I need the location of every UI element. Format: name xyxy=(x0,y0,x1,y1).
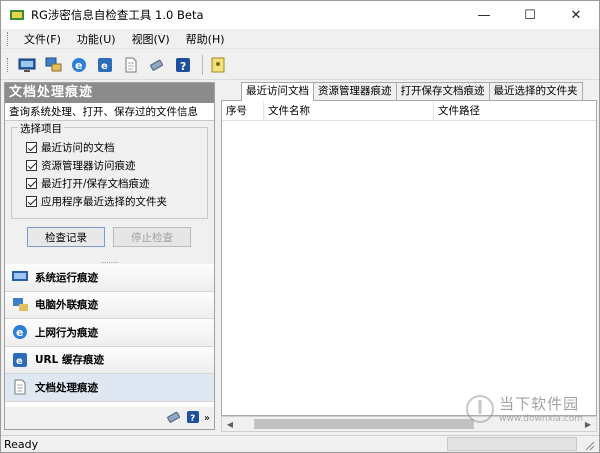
nav-item-system-trace[interactable]: 系统运行痕迹 xyxy=(5,264,214,292)
svg-text:e: e xyxy=(101,61,108,72)
option-label: 应用程序最近选择的文件夹 xyxy=(41,195,167,208)
nav-label: 文档处理痕迹 xyxy=(35,381,98,394)
svg-text:?: ? xyxy=(180,60,186,73)
minimize-button[interactable]: — xyxy=(461,1,507,29)
checkbox[interactable] xyxy=(26,141,37,153)
title-bar[interactable]: RG涉密信息自检查工具 1.0 Beta — ☐ ✕ xyxy=(1,1,599,29)
window-title: RG涉密信息自检查工具 1.0 Beta xyxy=(31,8,204,22)
document-icon xyxy=(11,378,29,396)
option-explorer-trace[interactable]: 资源管理器访问痕迹 xyxy=(12,156,207,174)
network-computer-icon xyxy=(11,296,29,314)
results-list[interactable]: 序号 文件名称 文件路径 xyxy=(221,100,597,416)
ie-browser-icon[interactable]: e xyxy=(68,54,90,76)
app-window: RG涉密信息自检查工具 1.0 Beta — ☐ ✕ 文件(F) 功能(U) 视… xyxy=(0,0,600,453)
ie-browser-icon: e xyxy=(11,323,29,341)
tab-explorer-trace[interactable]: 资源管理器痕迹 xyxy=(313,82,397,100)
nav-item-external-trace[interactable]: 电脑外联痕迹 xyxy=(5,291,214,319)
menu-help[interactable]: 帮助(H) xyxy=(178,31,233,47)
option-recent-docs[interactable]: 最近访问的文档 xyxy=(12,138,207,156)
nav-footer: ? » xyxy=(5,407,214,429)
option-label: 最近访问的文档 xyxy=(41,141,115,154)
option-open-save-trace[interactable]: 最近打开/保存文档痕迹 xyxy=(12,174,207,192)
column-header-index[interactable]: 序号 xyxy=(222,101,264,120)
usb-drive-icon[interactable] xyxy=(146,54,168,76)
help-icon[interactable]: ? xyxy=(186,410,200,427)
nav-label: URL 缓存痕迹 xyxy=(35,354,104,367)
network-computer-icon[interactable] xyxy=(42,54,64,76)
panel-title: 文档处理痕迹 xyxy=(5,83,214,103)
options-group: 选择项目 最近访问的文档 资源管理器访问痕迹 最近打开/保存文档痕迹 应用程序最… xyxy=(11,121,208,219)
tab-open-save-trace[interactable]: 打开保存文档痕迹 xyxy=(395,82,490,100)
close-button[interactable]: ✕ xyxy=(553,1,599,29)
maximize-button[interactable]: ☐ xyxy=(507,1,553,29)
scroll-thumb[interactable] xyxy=(254,419,474,429)
toolbar-separator xyxy=(202,54,203,75)
watermark-url: www.downxia.com xyxy=(499,414,583,424)
monitor-icon xyxy=(11,268,29,286)
checkbox[interactable] xyxy=(26,195,37,207)
option-label: 资源管理器访问痕迹 xyxy=(41,159,136,172)
nav-label: 电脑外联痕迹 xyxy=(35,299,98,312)
group-label: 选择项目 xyxy=(18,121,64,136)
app-icon xyxy=(10,10,24,20)
checkbox[interactable] xyxy=(26,177,37,189)
tab-recent-docs[interactable]: 最近访问文档 xyxy=(241,82,314,101)
status-progress xyxy=(447,437,577,451)
help-icon[interactable]: ? xyxy=(172,54,194,76)
url-cache-icon: e xyxy=(11,351,29,369)
check-records-button[interactable]: 检查记录 xyxy=(27,227,105,247)
column-header-filepath[interactable]: 文件路径 xyxy=(434,101,594,120)
nav-item-internet-trace[interactable]: e 上网行为痕迹 xyxy=(5,319,214,347)
resize-grip-icon[interactable] xyxy=(583,439,595,451)
checkbox[interactable] xyxy=(26,159,37,171)
toolbar-grip[interactable] xyxy=(7,57,10,72)
svg-text:?: ? xyxy=(190,414,195,424)
nav-label: 上网行为痕迹 xyxy=(35,326,98,339)
svg-text:e: e xyxy=(75,59,82,72)
option-label: 最近打开/保存文档痕迹 xyxy=(41,177,150,190)
nav-list: 系统运行痕迹 电脑外联痕迹 e 上网行为痕迹 e URL 缓存痕迹 文档处理痕迹 xyxy=(5,264,214,402)
panel-subtitle: 查询系统处理、打开、保存过的文件信息 xyxy=(5,103,214,121)
toolbar: e e ? xyxy=(1,50,599,80)
chevron-more-icon[interactable]: » xyxy=(204,413,210,424)
column-header-filename[interactable]: 文件名称 xyxy=(264,101,434,120)
status-text: Ready xyxy=(4,438,39,451)
watermark-brand: 当下软件园 xyxy=(499,395,580,413)
svg-text:e: e xyxy=(16,356,23,367)
option-recent-folders[interactable]: 应用程序最近选择的文件夹 xyxy=(12,192,207,210)
watermark-logo xyxy=(466,394,495,423)
menubar-grip[interactable] xyxy=(7,31,10,46)
nav-item-document-trace[interactable]: 文档处理痕迹 xyxy=(5,374,214,402)
usb-drive-icon[interactable] xyxy=(166,410,182,427)
menu-view[interactable]: 视图(V) xyxy=(124,31,178,47)
watermark: 当下软件园 www.downxia.com xyxy=(465,393,583,424)
tab-recent-folders[interactable]: 最近选择的文件夹 xyxy=(488,82,583,100)
stop-check-button: 停止检查 xyxy=(113,227,191,247)
results-area: 最近访问文档 资源管理器痕迹 打开保存文档痕迹 最近选择的文件夹 序号 文件名称… xyxy=(219,82,599,434)
left-panel: 文档处理痕迹 查询系统处理、打开、保存过的文件信息 选择项目 最近访问的文档 资… xyxy=(4,82,215,430)
svg-text:e: e xyxy=(16,326,23,339)
options-area: 选择项目 最近访问的文档 资源管理器访问痕迹 最近打开/保存文档痕迹 应用程序最… xyxy=(5,121,214,258)
url-cache-icon[interactable]: e xyxy=(94,54,116,76)
menu-bar: 文件(F) 功能(U) 视图(V) 帮助(H) xyxy=(1,29,599,49)
list-header: 序号 文件名称 文件路径 xyxy=(222,101,596,121)
document-icon[interactable] xyxy=(120,54,142,76)
tab-strip: 最近访问文档 资源管理器痕迹 打开保存文档痕迹 最近选择的文件夹 xyxy=(219,82,599,101)
menu-file[interactable]: 文件(F) xyxy=(16,31,69,47)
menu-function[interactable]: 功能(U) xyxy=(69,31,124,47)
exit-icon[interactable] xyxy=(207,54,229,76)
scroll-left-icon[interactable]: ◀ xyxy=(222,420,238,429)
nav-item-url-cache[interactable]: e URL 缓存痕迹 xyxy=(5,346,214,374)
nav-label: 系统运行痕迹 xyxy=(35,271,98,284)
monitor-icon[interactable] xyxy=(16,54,38,76)
